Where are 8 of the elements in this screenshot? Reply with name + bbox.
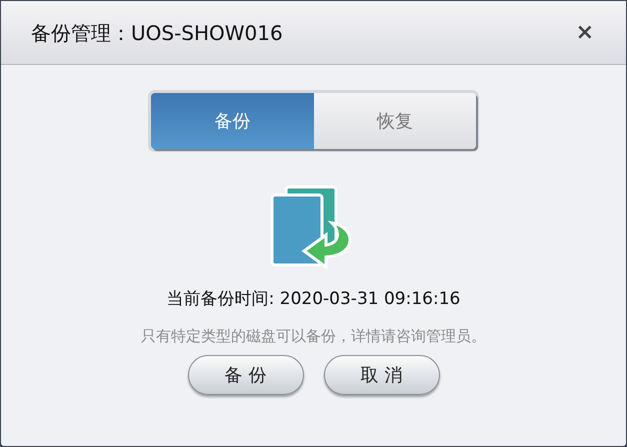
tab[interactable]: 恢复	[314, 93, 476, 149]
backup-time: 当前备份时间: 2020-03-31 09:16:16	[166, 288, 460, 311]
close-button[interactable]: ×	[576, 22, 594, 44]
window-title: 备份管理：UOS-SHOW016	[31, 20, 283, 46]
note-text: 只有特定类型的磁盘可以备份，详情请咨询管理员。	[141, 326, 486, 346]
backup-button[interactable]: 备 份	[188, 355, 304, 395]
tab[interactable]: 备份	[151, 93, 314, 149]
cancel-button[interactable]: 取 消	[324, 355, 440, 395]
